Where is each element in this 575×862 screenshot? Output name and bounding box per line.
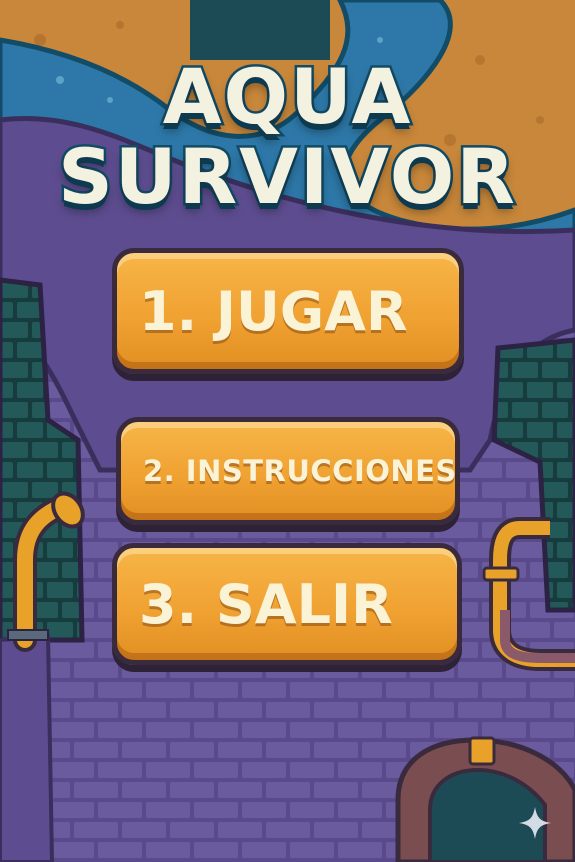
game-title-line-1: AQUA: [160, 50, 413, 144]
game-title-line-2: SURVIVOR: [56, 130, 518, 224]
exit-button[interactable]: 3. SALIR: [112, 543, 462, 665]
main-menu-screen: AQUA SURVIVOR 1. JUGAR 2. INSTRUCCIONES …: [0, 0, 575, 862]
play-button[interactable]: 1. JUGAR: [112, 248, 464, 374]
instructions-button[interactable]: 2. INSTRUCCIONES: [116, 417, 460, 525]
sparkle-icon: [519, 807, 551, 839]
